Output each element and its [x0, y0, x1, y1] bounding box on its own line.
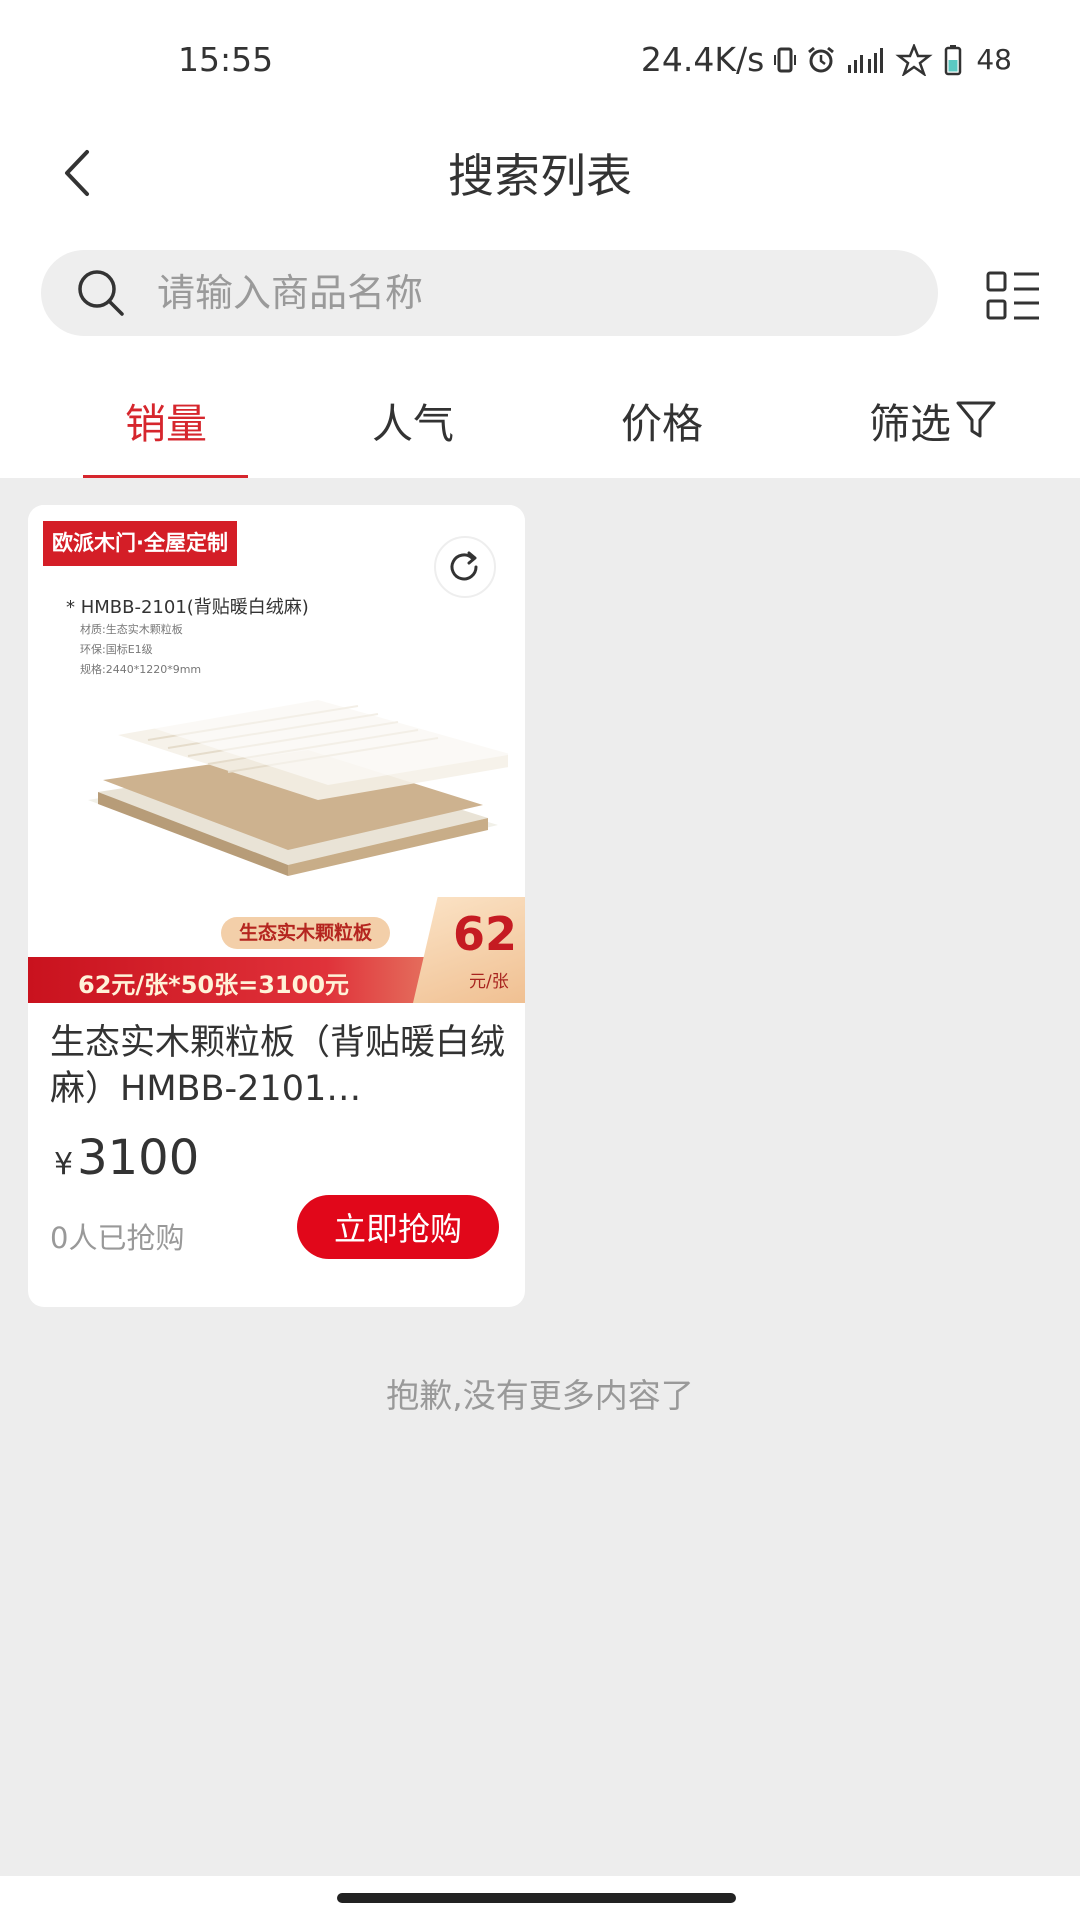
page-title: 搜索列表	[448, 149, 632, 203]
tab-filter-label: 筛选	[869, 400, 951, 448]
share-button[interactable]	[434, 536, 496, 598]
tab-sales-label: 销量	[125, 400, 207, 448]
product-card[interactable]: 欧派木门·全屋定制 * HMBB-2101(背贴暖白绒麻) 材质:生态实木颗粒板…	[28, 505, 525, 1307]
sort-tabs: 销量 人气 价格 筛选	[0, 360, 1080, 478]
promo-tag: 生态实木颗粒板	[221, 917, 391, 949]
header: 搜索列表	[0, 120, 1080, 230]
signal-icon	[848, 47, 884, 73]
alarm-icon	[808, 46, 835, 72]
unit-price-unit: 元/张	[469, 972, 509, 992]
tab-sales[interactable]: 销量	[125, 390, 207, 450]
search-input[interactable]	[157, 271, 857, 315]
sold-count: 0人已抢购	[50, 1221, 185, 1255]
tab-popularity[interactable]: 人气	[372, 390, 454, 450]
price-row: ¥ 3100	[54, 1130, 199, 1186]
search-list-page: 15:55 24.4K/s 48 搜索列表 请输入商品名称 销量 人气 价格 筛…	[0, 0, 1080, 1920]
battery-level: 48	[976, 43, 1012, 76]
product-title[interactable]: 生态实木颗粒板（背贴暖白绒麻）HMBB-2101…	[50, 1020, 505, 1112]
home-indicator[interactable]	[337, 1893, 736, 1903]
share-icon	[450, 551, 478, 581]
currency-symbol: ¥	[54, 1147, 74, 1182]
product-price: 3100	[77, 1130, 200, 1186]
search-box[interactable]	[41, 250, 938, 336]
battery-icon	[945, 44, 962, 75]
brand-badge: 欧派木门·全屋定制	[43, 521, 237, 566]
spec-line: 规格:2440*1220*9mm	[80, 663, 202, 676]
buy-now-button[interactable]: 立即抢购	[297, 1195, 499, 1259]
promo-strip-text: 62元/张*50张=3100元	[78, 971, 350, 999]
unit-price-value: 62	[453, 907, 518, 961]
tab-price-label: 价格	[621, 400, 703, 448]
end-of-list-message: 抱歉,没有更多内容了	[386, 1376, 694, 1415]
active-tab-indicator	[83, 475, 248, 478]
tab-popularity-label: 人气	[372, 400, 454, 448]
spec-line: 环保:国标E1级	[80, 643, 153, 656]
wifi-star-icon	[895, 43, 934, 76]
tab-filter[interactable]: 筛选	[869, 390, 997, 450]
search-row	[0, 230, 1080, 360]
particle-board-illustration	[88, 688, 508, 876]
vibrate-icon	[774, 47, 797, 72]
search-icon	[78, 270, 124, 316]
spec-title: * HMBB-2101(背贴暖白绒麻)	[66, 597, 309, 618]
spec-line: 材质:生态实木颗粒板	[80, 623, 183, 636]
tab-price[interactable]: 价格	[621, 390, 703, 450]
network-speed: 24.4K/s	[640, 40, 765, 79]
funnel-icon	[956, 401, 996, 438]
status-bar: 15:55 24.4K/s 48	[0, 0, 1080, 120]
gesture-bar	[0, 1876, 1080, 1920]
status-time: 15:55	[178, 40, 274, 79]
product-image[interactable]: 欧派木门·全屋定制 * HMBB-2101(背贴暖白绒麻) 材质:生态实木颗粒板…	[28, 505, 525, 1003]
list-layout-icon[interactable]	[985, 268, 1041, 324]
status-icons: 24.4K/s 48	[641, 40, 1012, 79]
